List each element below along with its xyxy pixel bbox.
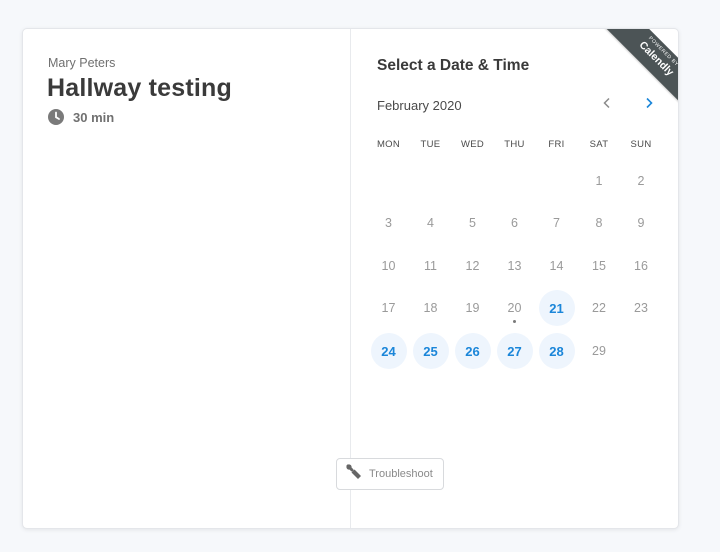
weekday-mon: MON [376, 139, 401, 150]
unavailable-day: 13 [507, 259, 522, 273]
weekday-thu: THU [504, 139, 525, 150]
next-month-button[interactable] [637, 93, 661, 117]
available-day-button[interactable]: 25 [412, 333, 449, 369]
unavailable-day: 9 [637, 216, 645, 230]
today-indicator [513, 320, 516, 323]
unavailable-day: 6 [511, 216, 518, 230]
event-details-pane: Mary Peters Hallway testing 30 min [23, 29, 351, 528]
unavailable-day: 1 [595, 174, 603, 188]
clock-icon [48, 109, 64, 125]
troubleshoot-button[interactable]: Troubleshoot [336, 458, 444, 490]
unavailable-day: 16 [634, 259, 648, 273]
unavailable-day: 8 [595, 216, 603, 230]
wrench-icon [337, 463, 363, 486]
event-duration: 30 min [48, 109, 114, 125]
weekday-wed: WED [460, 139, 485, 150]
unavailable-day: 17 [381, 301, 396, 315]
unavailable-day: 3 [385, 216, 392, 230]
unavailable-day: 12 [465, 259, 480, 273]
unavailable-day: 5 [469, 216, 476, 230]
unavailable-day: 22 [592, 301, 606, 315]
booking-card: Mary Peters Hallway testing 30 min Selec… [22, 28, 679, 529]
unavailable-day: 14 [549, 259, 564, 273]
weekday-fri: FRI [548, 139, 565, 150]
weekday-sun: SUN [630, 139, 652, 150]
unavailable-day: 4 [427, 216, 434, 230]
available-day-button[interactable]: 26 [454, 333, 491, 369]
available-day-button[interactable]: 27 [496, 333, 533, 369]
unavailable-day: 19 [465, 301, 480, 315]
event-title: Hallway testing [47, 74, 232, 102]
available-day-button[interactable]: 21 [538, 290, 575, 326]
unavailable-day: 18 [423, 301, 438, 315]
date-picker-pane: Select a Date & Time February 2020 MON TU… [351, 29, 678, 528]
unavailable-day: 10 [381, 259, 396, 273]
chevron-right-icon [644, 96, 654, 114]
weekday-tue: TUE [420, 139, 441, 150]
available-day-button[interactable]: 24 [370, 333, 407, 369]
troubleshoot-label: Troubleshoot [369, 468, 433, 480]
date-picker-heading: Select a Date & Time [377, 57, 530, 74]
available-day-button[interactable]: 28 [538, 333, 575, 369]
weekday-sat: SAT [589, 139, 609, 150]
unavailable-day: 15 [592, 259, 606, 273]
month-label: February 2020 [377, 98, 462, 113]
unavailable-day: 2 [637, 174, 645, 188]
unavailable-day: 7 [553, 216, 560, 230]
unavailable-day: 29 [592, 344, 606, 358]
host-name: Mary Peters [48, 56, 116, 70]
previous-month-button[interactable] [595, 93, 619, 117]
unavailable-day: 23 [634, 301, 648, 315]
unavailable-day: 11 [424, 259, 437, 273]
duration-label: 30 min [73, 109, 115, 125]
chevron-left-icon [602, 96, 612, 114]
